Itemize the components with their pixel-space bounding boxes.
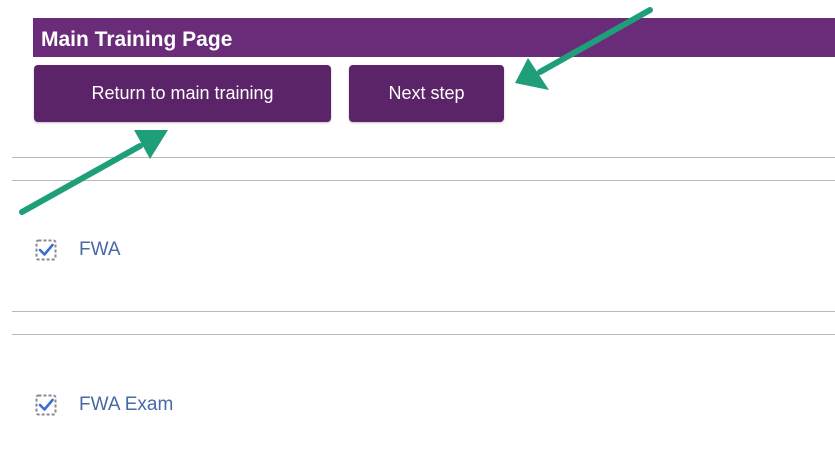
checked-box-icon[interactable] (35, 394, 57, 416)
list-item-fwa-exam[interactable]: FWA Exam (35, 390, 173, 420)
next-step-button[interactable]: Next step (349, 65, 504, 122)
list-item-label[interactable]: FWA Exam (79, 394, 173, 416)
divider (12, 157, 835, 158)
checked-box-icon[interactable] (35, 239, 57, 261)
arrow-to-return-button (19, 130, 168, 215)
page-title: Main Training Page (41, 28, 233, 51)
training-page: Main Training Page Return to main traini… (0, 0, 835, 459)
divider (12, 334, 835, 335)
list-item-label[interactable]: FWA (79, 239, 121, 261)
page-header: Main Training Page (33, 18, 835, 57)
list-item-fwa[interactable]: FWA (35, 235, 121, 265)
divider (12, 311, 835, 312)
return-to-main-training-button[interactable]: Return to main training (34, 65, 331, 122)
divider (12, 180, 835, 181)
